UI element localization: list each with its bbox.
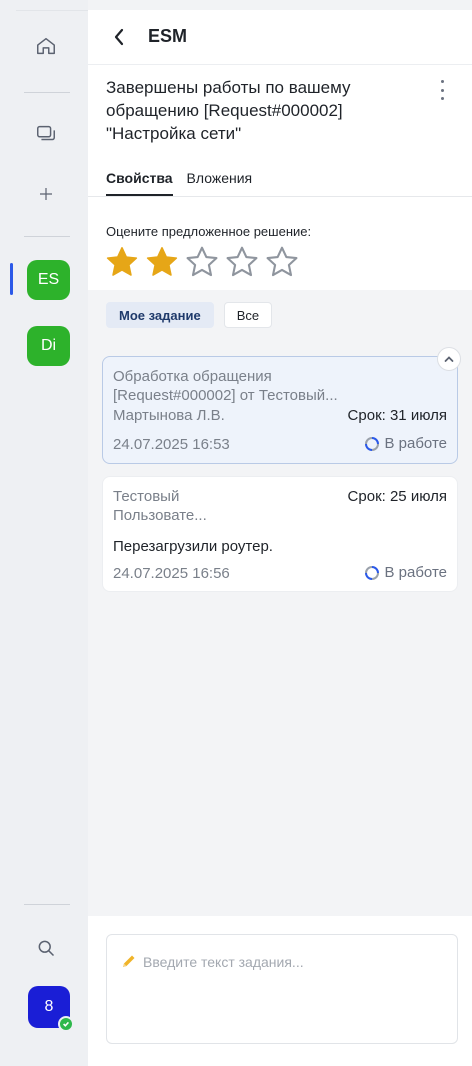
task-due-date: Срок: 31 июля xyxy=(347,407,447,424)
rating-label: Оцените предложенное решение: xyxy=(106,224,312,239)
task-datetime: 24.07.2025 16:53 xyxy=(113,436,230,453)
task-assignee: Мартынова Л.В. xyxy=(113,407,225,424)
pencil-icon xyxy=(123,955,135,967)
home-icon xyxy=(37,37,55,55)
search-icon xyxy=(38,940,55,957)
star-filled-icon[interactable] xyxy=(104,244,140,280)
main-panel: ESM Завершены работы по вашему обращению… xyxy=(88,10,472,1066)
tabs-divider xyxy=(88,196,472,197)
collapse-button[interactable] xyxy=(437,347,461,371)
task-card[interactable]: Тестовый Пользовате... Срок: 25 июля Пер… xyxy=(102,476,458,592)
workspace-label: ES xyxy=(37,271,60,288)
workspace-di[interactable]: Di xyxy=(27,326,70,366)
task-status-label: В работе xyxy=(384,435,447,452)
task-datetime: 24.07.2025 16:56 xyxy=(113,565,230,582)
active-workspace-indicator xyxy=(10,263,13,295)
star-empty-icon[interactable] xyxy=(224,244,260,280)
task-status-label: В работе xyxy=(384,564,447,581)
filter-all[interactable]: Все xyxy=(223,302,273,328)
task-title-line2: [Request#000002] от Тестовый... xyxy=(113,387,338,404)
in-progress-icon xyxy=(365,565,380,580)
task-due-date: Срок: 25 июля xyxy=(347,488,447,505)
tab-bar: Свойства Вложения xyxy=(106,170,252,196)
chevron-left-icon xyxy=(114,28,124,46)
task-title-line2: Пользовате... xyxy=(113,507,207,524)
chevron-up-icon xyxy=(444,356,454,362)
panel-header: ESM xyxy=(88,10,472,64)
kebab-dot xyxy=(440,80,444,83)
home-button[interactable] xyxy=(26,26,66,66)
kebab-dot xyxy=(440,97,444,100)
task-title-line1: Тестовый xyxy=(113,488,180,505)
star-empty-icon[interactable] xyxy=(184,244,220,280)
star-filled-icon[interactable] xyxy=(144,244,180,280)
user-avatar[interactable]: 8 xyxy=(28,986,74,1032)
add-button[interactable] xyxy=(26,174,66,214)
task-text-input[interactable] xyxy=(143,951,443,973)
plus-icon xyxy=(40,188,52,200)
workspace-label: Di xyxy=(40,337,57,354)
rail-divider xyxy=(24,92,70,93)
task-status: В работе xyxy=(364,435,447,452)
page-title: ESM xyxy=(148,26,188,46)
filter-my-tasks[interactable]: Мое задание xyxy=(106,302,214,328)
left-rail: ES Di 8 xyxy=(0,0,88,1066)
chats-button[interactable] xyxy=(26,114,66,154)
task-title-line1: Обработка обращения xyxy=(113,368,272,385)
task-filter: Мое задание Все xyxy=(106,302,273,328)
task-message: Перезагрузили роутер. xyxy=(113,538,273,555)
task-card[interactable]: Обработка обращения [Request#000002] от … xyxy=(102,347,461,464)
online-status-icon xyxy=(58,1016,74,1032)
rail-divider xyxy=(24,904,70,905)
task-status: В работе xyxy=(364,564,447,581)
user-avatar-label: 8 xyxy=(44,998,54,1015)
in-progress-icon xyxy=(365,436,380,451)
workspace-es[interactable]: ES xyxy=(27,260,70,300)
rail-top-divider xyxy=(16,10,88,11)
more-options-button[interactable] xyxy=(438,80,446,100)
chat-icon xyxy=(37,125,55,141)
ticket-title: Завершены работы по вашему обращению [Re… xyxy=(106,78,351,143)
star-empty-icon[interactable] xyxy=(264,244,300,280)
back-button[interactable] xyxy=(108,24,130,50)
search-button[interactable] xyxy=(26,928,66,968)
task-composer xyxy=(106,934,458,1044)
rating-stars xyxy=(104,244,300,280)
header-divider xyxy=(88,64,472,65)
kebab-dot xyxy=(440,88,444,92)
tab-attachments[interactable]: Вложения xyxy=(187,170,253,196)
tab-properties[interactable]: Свойства xyxy=(106,170,173,196)
rail-divider xyxy=(24,236,70,237)
